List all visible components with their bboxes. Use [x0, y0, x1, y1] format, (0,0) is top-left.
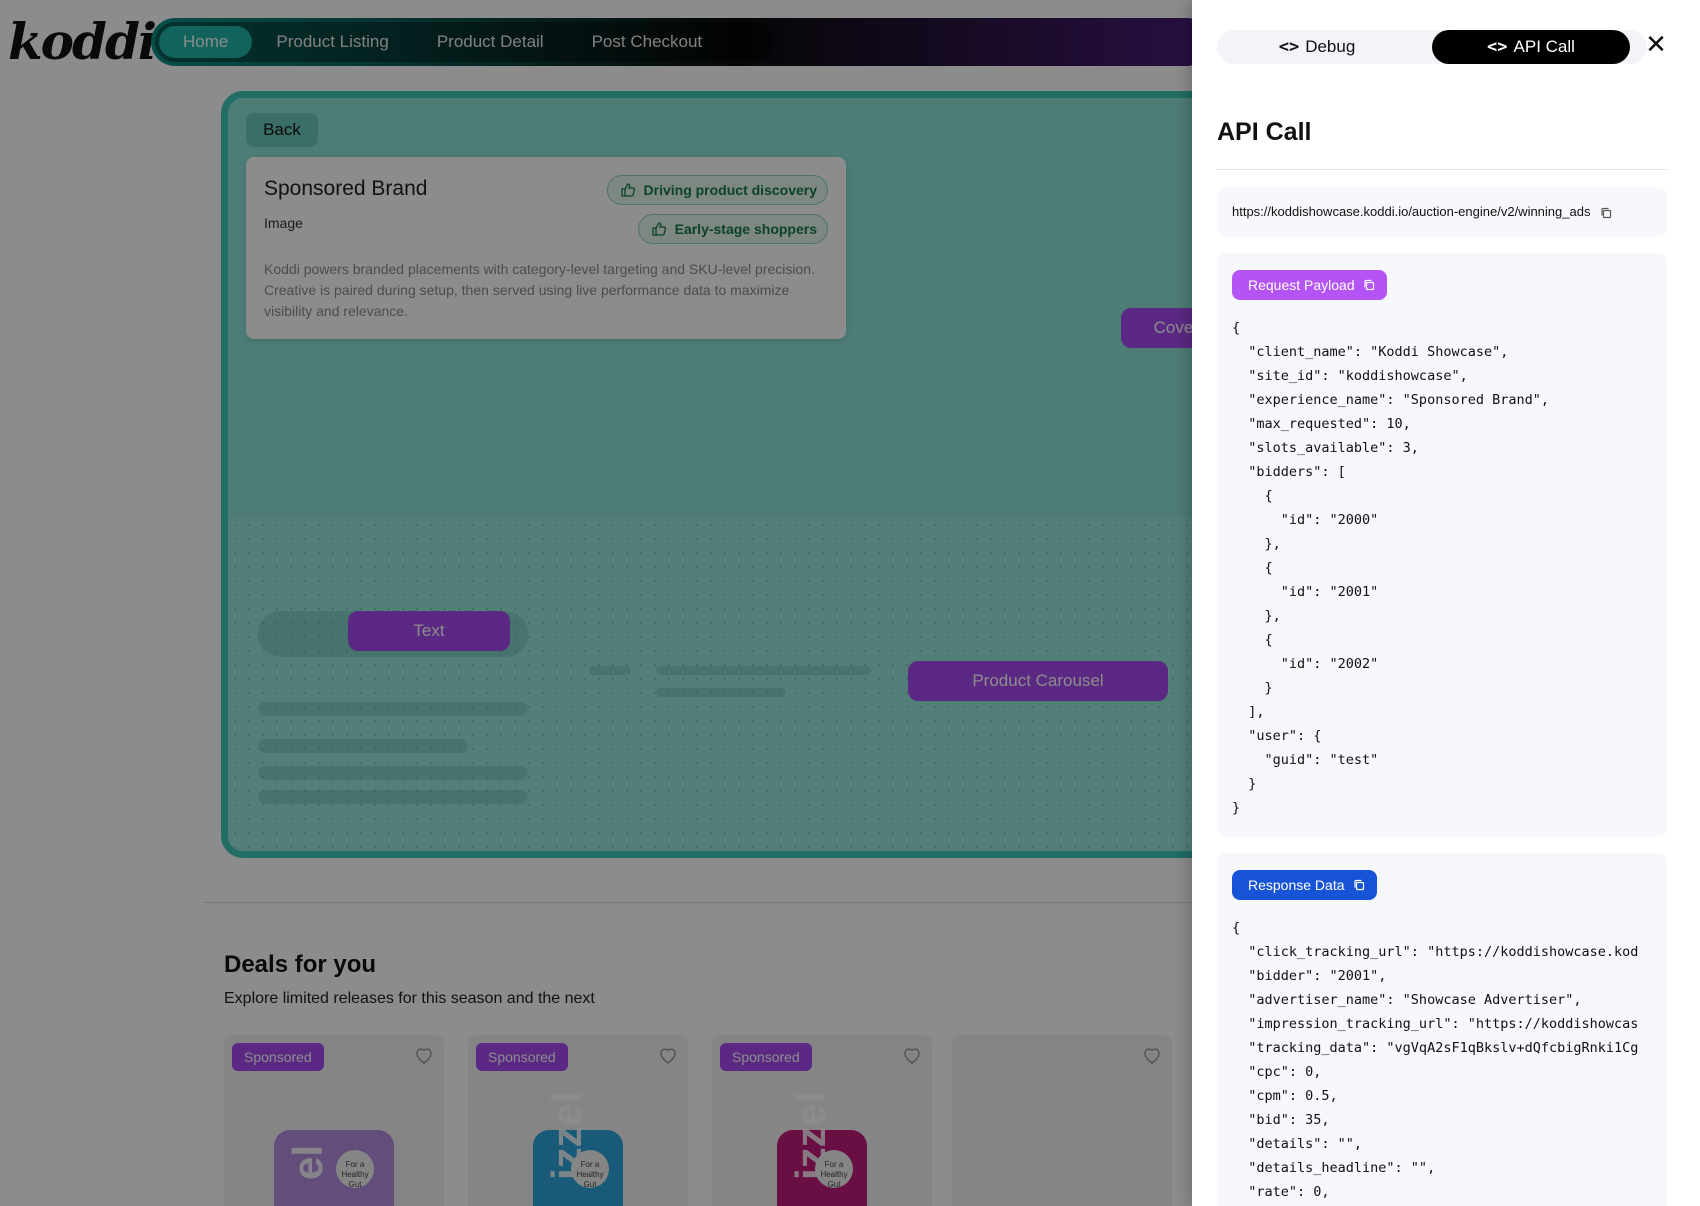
panel-title: API Call [1217, 118, 1312, 146]
request-payload-label: Request Payload [1248, 277, 1355, 293]
request-payload-code: { "client_name": "Koddi Showcase", "site… [1232, 320, 1549, 816]
tab-debug-label: Debug [1305, 37, 1356, 56]
endpoint-url-text: https://koddishowcase.koddi.io/auction-e… [1232, 204, 1591, 219]
copy-icon [1353, 879, 1364, 891]
tab-debug[interactable]: <> Debug [1217, 30, 1417, 64]
tab-api-label: API Call [1513, 37, 1575, 56]
endpoint-url: https://koddishowcase.koddi.io/auction-e… [1217, 187, 1667, 237]
copy-icon[interactable] [1600, 207, 1612, 219]
tab-api-call[interactable]: <> API Call [1432, 30, 1630, 64]
copy-icon [1364, 279, 1374, 291]
panel-tabs: <> Debug <> API Call [1217, 30, 1647, 64]
response-data-code: { "click_tracking_url": "https://koddish… [1232, 920, 1639, 1200]
panel-divider [1217, 169, 1667, 170]
response-data-box: Response Data { "click_tracking_url": "h… [1217, 853, 1667, 1206]
api-debug-panel: <> Debug <> API Call ✕ API Call https://ko… [1192, 0, 1700, 1206]
copy-request-payload-button[interactable]: Request Payload [1232, 270, 1387, 300]
response-data-label: Response Data [1248, 877, 1345, 893]
copy-response-data-button[interactable]: Response Data [1232, 870, 1377, 900]
code-icon: <> [1487, 37, 1508, 57]
close-icon[interactable]: ✕ [1642, 30, 1670, 58]
code-icon: <> [1278, 37, 1300, 57]
request-payload-box: Request Payload { "client_name": "Koddi … [1217, 253, 1667, 837]
